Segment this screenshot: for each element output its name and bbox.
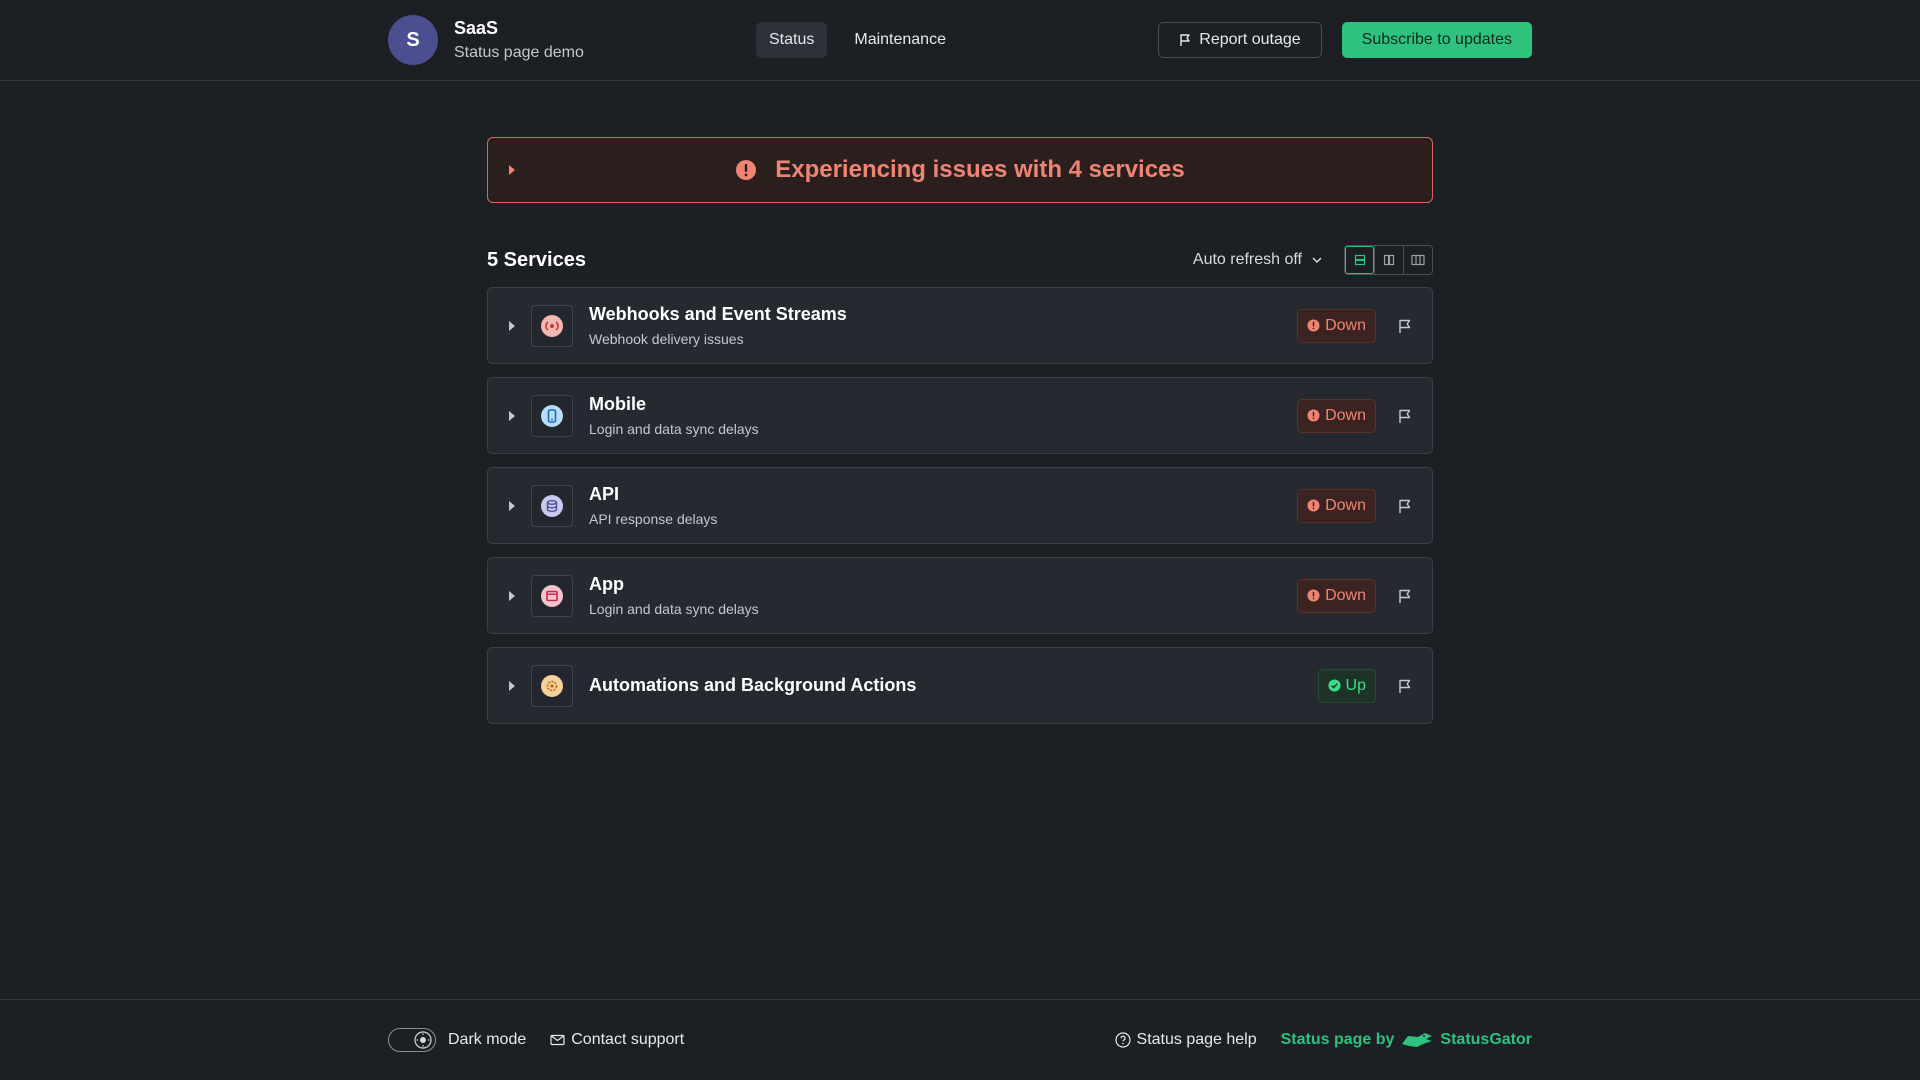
caret-right-icon (509, 410, 515, 421)
org-subtitle: Status page demo (454, 44, 584, 61)
report-service-button[interactable] (1396, 678, 1414, 694)
header: S SaaS Status page demo Status Maintenan… (0, 0, 1920, 81)
view-two-column-button[interactable] (1374, 246, 1403, 274)
service-description: API response delays (589, 511, 718, 527)
status-label: Up (1345, 676, 1366, 694)
dark-mode-toggle[interactable] (388, 1028, 436, 1052)
service-icon-box (531, 664, 573, 707)
contact-support-link[interactable]: Contact support (550, 1031, 684, 1049)
chevron-down-icon (1312, 257, 1322, 264)
service-icon-box (531, 484, 573, 527)
report-service-button[interactable] (1396, 408, 1414, 424)
flag-icon (1399, 679, 1411, 693)
status-label: Down (1325, 316, 1366, 334)
services-list: Webhooks and Event Streams Webhook deliv… (487, 287, 1433, 724)
status-label: Down (1325, 496, 1366, 514)
service-description: Webhook delivery issues (589, 331, 744, 347)
status-badge: Down (1297, 398, 1376, 433)
mail-icon (550, 1034, 565, 1046)
view-toggle (1344, 245, 1433, 275)
org-name: SaaS (454, 18, 499, 38)
nav-maintenance[interactable]: Maintenance (841, 22, 959, 58)
status-label: Down (1325, 586, 1366, 604)
dark-mode-label: Dark mode (448, 1031, 527, 1048)
gear-icon (541, 674, 563, 697)
brand[interactable]: S SaaS Status page demo (388, 15, 584, 65)
alert-circle-icon (1307, 589, 1320, 602)
report-service-button[interactable] (1396, 498, 1414, 514)
alert-circle-icon (1307, 409, 1320, 422)
service-name: Webhooks and Event Streams (589, 304, 847, 324)
alert-circle-icon (1307, 499, 1320, 512)
service-row-automations[interactable]: Automations and Background Actions Up (487, 647, 1433, 724)
contact-support-label: Contact support (571, 1031, 685, 1048)
main-content: Experiencing issues with 4 services 5 Se… (487, 137, 1433, 724)
caret-right-icon (509, 500, 515, 511)
service-name: Mobile (589, 394, 646, 414)
view-list-button[interactable] (1345, 246, 1374, 274)
main-nav: Status Maintenance (756, 22, 959, 58)
alert-circle-icon (1307, 319, 1320, 332)
dark-mode-control[interactable]: Dark mode (388, 1028, 526, 1052)
caret-right-icon (509, 590, 515, 601)
powered-by-brand: StatusGator (1440, 1031, 1532, 1048)
status-label: Down (1325, 406, 1366, 424)
subscribe-button[interactable]: Subscribe to updates (1341, 22, 1532, 58)
status-badge: Down (1297, 308, 1376, 343)
flag-icon (1399, 319, 1411, 333)
report-service-button[interactable] (1396, 588, 1414, 604)
report-outage-label: Report outage (1199, 31, 1301, 48)
caret-right-icon (509, 680, 515, 691)
status-badge: Down (1297, 578, 1376, 613)
service-row-webhooks[interactable]: Webhooks and Event Streams Webhook deliv… (487, 287, 1433, 364)
caret-right-icon (509, 165, 515, 175)
status-page-help-link[interactable]: Status page help (1114, 1031, 1257, 1049)
flag-icon (1399, 589, 1411, 603)
window-icon (541, 584, 563, 607)
flag-icon (1399, 409, 1411, 423)
avatar: S (388, 15, 438, 65)
status-badge: Down (1297, 488, 1376, 523)
auto-refresh-dropdown[interactable]: Auto refresh off (1193, 251, 1324, 269)
service-description: Login and data sync delays (589, 601, 759, 617)
flag-icon (1180, 34, 1190, 46)
broadcast-icon (541, 314, 563, 337)
database-icon (541, 494, 563, 517)
service-description: Login and data sync delays (589, 421, 759, 437)
alert-circle-icon (736, 160, 757, 180)
statusgator-logo-icon (1402, 1033, 1433, 1047)
check-circle-icon (1328, 679, 1341, 692)
service-icon-box (531, 304, 573, 347)
list-view-icon (1354, 254, 1365, 266)
auto-refresh-label: Auto refresh off (1192, 251, 1302, 268)
phone-icon (541, 404, 563, 427)
services-count-title: 5 Services (487, 248, 586, 271)
powered-by-prefix: Status page by (1280, 1031, 1395, 1048)
help-circle-icon (1114, 1032, 1131, 1048)
view-three-column-button[interactable] (1403, 246, 1432, 274)
powered-by-link[interactable]: Status page by StatusGator (1281, 1030, 1532, 1050)
banner-title: Experiencing issues with 4 services (775, 156, 1185, 183)
service-name: App (589, 574, 624, 594)
service-row-mobile[interactable]: Mobile Login and data sync delays Down (487, 377, 1433, 454)
service-name: API (589, 484, 620, 504)
flag-icon (1399, 499, 1411, 513)
two-column-icon (1383, 254, 1395, 266)
service-icon-box (531, 394, 573, 437)
report-outage-button[interactable]: Report outage (1158, 22, 1322, 58)
service-row-api[interactable]: API API response delays Down (487, 467, 1433, 544)
service-icon-box (531, 574, 573, 617)
report-service-button[interactable] (1396, 318, 1414, 334)
status-badge: Up (1317, 668, 1376, 703)
three-column-icon (1411, 254, 1425, 266)
incident-banner[interactable]: Experiencing issues with 4 services (487, 137, 1433, 203)
caret-right-icon (509, 320, 515, 331)
footer: Dark mode Contact support Status page he… (0, 999, 1920, 1080)
service-row-app[interactable]: App Login and data sync delays Down (487, 557, 1433, 634)
status-page-help-label: Status page help (1136, 1031, 1257, 1048)
nav-status[interactable]: Status (756, 22, 828, 58)
sun-icon (414, 1031, 432, 1049)
service-name: Automations and Background Actions (589, 675, 917, 695)
